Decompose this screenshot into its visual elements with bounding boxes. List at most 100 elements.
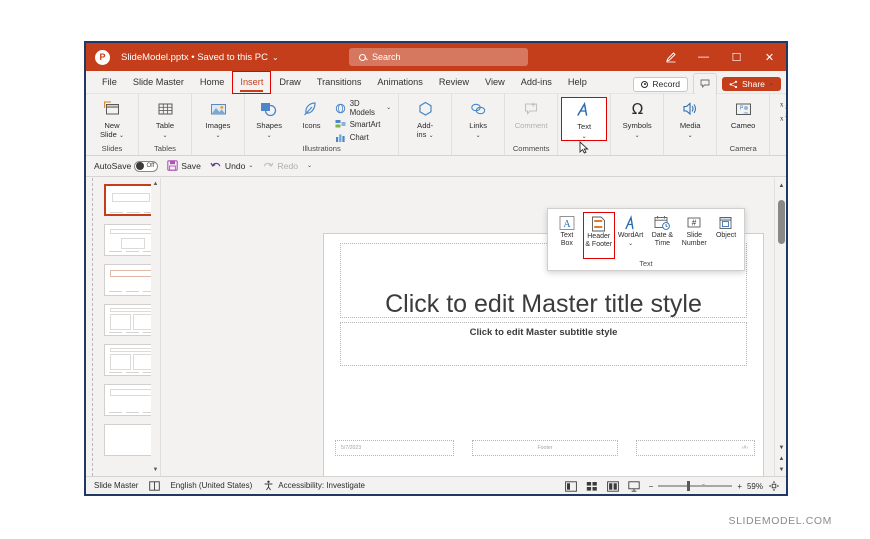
vertical-scrollbar[interactable]: ▲ ▼ ▲ ▼ bbox=[774, 178, 786, 476]
chart-button[interactable]: Chart bbox=[335, 132, 391, 143]
media-label: Media⌄ bbox=[680, 121, 701, 139]
slide-thumbnail-1[interactable] bbox=[104, 184, 158, 216]
date-time-button[interactable]: Date &Time bbox=[647, 212, 679, 259]
text-button[interactable]: Text⌄ bbox=[561, 97, 607, 141]
header-footer-icon bbox=[591, 215, 606, 232]
zoom-in-button[interactable]: + bbox=[737, 482, 742, 491]
slide-number-button[interactable]: # SlideNumber bbox=[678, 212, 710, 259]
scroll-up-icon[interactable]: ▲ bbox=[778, 181, 785, 190]
object-button[interactable]: Object bbox=[710, 212, 742, 259]
new-slide-icon bbox=[103, 99, 122, 120]
chevron-down-icon[interactable]: ⌄ bbox=[248, 163, 253, 169]
tab-home[interactable]: Home bbox=[192, 71, 233, 94]
3d-models-button[interactable]: 3D Models ⌄ bbox=[335, 99, 391, 117]
header-footer-button[interactable]: Header& Footer bbox=[583, 212, 615, 259]
language-label[interactable]: English (United States) bbox=[170, 481, 252, 490]
tab-review[interactable]: Review bbox=[431, 71, 477, 94]
chevron-down-icon[interactable]: ⌄ bbox=[386, 105, 391, 111]
slide-number-placeholder[interactable]: ‹#› bbox=[636, 440, 755, 456]
images-button[interactable]: Images⌄ bbox=[195, 97, 241, 139]
thumbnail-scrollbar[interactable]: ▲ ▼ bbox=[151, 178, 160, 476]
tab-slide-master[interactable]: Slide Master bbox=[125, 71, 192, 94]
links-button[interactable]: Links⌄ bbox=[455, 97, 501, 139]
media-button[interactable]: Media⌄ bbox=[667, 97, 713, 139]
tab-view[interactable]: View bbox=[477, 71, 513, 94]
previous-slide-icon[interactable]: ▲ bbox=[778, 454, 785, 463]
notes-icon[interactable] bbox=[148, 480, 160, 491]
symbols-button[interactable]: Ω Symbols⌄ bbox=[614, 97, 660, 139]
textbox-icon: A bbox=[559, 214, 575, 231]
ribbon-group-slides: NewSlide ⌄ Slides bbox=[86, 94, 139, 155]
icons-button[interactable]: Icons bbox=[290, 97, 332, 130]
group-label-media bbox=[664, 153, 716, 155]
pen-icon[interactable] bbox=[654, 43, 687, 71]
slide-master-canvas[interactable]: Click to edit Master title style Click t… bbox=[323, 233, 764, 496]
tab-draw[interactable]: Draw bbox=[271, 71, 308, 94]
zoom-level-label[interactable]: 59% bbox=[747, 482, 763, 491]
close-button[interactable]: ✕ bbox=[753, 43, 786, 71]
undo-button[interactable]: Undo ⌄ bbox=[210, 160, 254, 173]
scroll-down-icon[interactable]: ▼ bbox=[778, 443, 785, 452]
master-subtitle-placeholder[interactable]: Click to edit Master subtitle style bbox=[340, 322, 747, 366]
next-slide-icon[interactable]: ▼ bbox=[778, 465, 785, 474]
ribbon-group-text: Text⌄ bbox=[558, 94, 611, 155]
comments-button[interactable] bbox=[693, 73, 717, 95]
ribbon-group-scripts: x2 Subscript x2 Superscript Scripts ⌄ bbox=[770, 94, 788, 155]
wordart-button[interactable]: WordArt⌄ bbox=[615, 212, 647, 259]
table-button[interactable]: Table⌄ bbox=[142, 97, 188, 139]
shapes-button[interactable]: Shapes⌄ bbox=[248, 97, 290, 139]
zoom-slider-handle[interactable] bbox=[687, 481, 690, 491]
smartart-button[interactable]: SmartArt bbox=[335, 119, 391, 130]
search-input[interactable]: Search bbox=[349, 48, 528, 66]
object-label: Object bbox=[716, 232, 736, 240]
zoom-slider[interactable] bbox=[658, 485, 732, 487]
superscript-icon: x2 bbox=[780, 112, 788, 123]
tab-help[interactable]: Help bbox=[560, 71, 595, 94]
group-label-tables: Tables bbox=[139, 144, 191, 155]
svg-text:2: 2 bbox=[785, 105, 788, 110]
slide-thumbnail-6[interactable] bbox=[104, 384, 158, 416]
accessibility-status[interactable]: Accessibility: Investigate bbox=[262, 480, 365, 491]
scroll-down-icon[interactable]: ▼ bbox=[152, 466, 159, 474]
record-button[interactable]: Record bbox=[633, 77, 688, 92]
cameo-button[interactable]: P Cameo bbox=[720, 97, 766, 130]
fit-to-window-icon[interactable] bbox=[768, 481, 780, 492]
tab-file[interactable]: File bbox=[94, 71, 125, 94]
slide-thumbnail-5[interactable] bbox=[104, 344, 158, 376]
scroll-up-icon[interactable]: ▲ bbox=[152, 180, 159, 188]
footer-placeholder[interactable]: Footer bbox=[472, 440, 618, 456]
text-box-button[interactable]: A TextBox bbox=[551, 212, 583, 259]
slide-sorter-view-button[interactable] bbox=[586, 481, 598, 492]
slideshow-view-button[interactable] bbox=[628, 481, 640, 492]
add-ins-button[interactable]: Add-ins ⌄ bbox=[402, 97, 448, 139]
new-slide-button[interactable]: NewSlide ⌄ bbox=[89, 97, 135, 139]
zoom-control[interactable]: − + 59% bbox=[649, 481, 780, 492]
tab-insert[interactable]: Insert bbox=[232, 71, 271, 94]
date-placeholder[interactable]: 5/7/2023 bbox=[335, 440, 454, 456]
chevron-down-icon[interactable]: ⌄ bbox=[272, 53, 279, 62]
slide-thumbnail-4[interactable] bbox=[104, 304, 158, 336]
slide-thumbnail-2[interactable] bbox=[104, 224, 158, 256]
tab-transitions[interactable]: Transitions bbox=[309, 71, 370, 94]
scrollbar-thumb[interactable] bbox=[778, 200, 785, 244]
share-button[interactable]: Share ⌄ bbox=[722, 77, 781, 91]
slide-thumbnail-3[interactable] bbox=[104, 264, 158, 296]
reading-view-button[interactable] bbox=[607, 481, 619, 492]
table-label: Table⌄ bbox=[156, 121, 174, 139]
toggle-switch[interactable]: Off bbox=[134, 161, 158, 172]
autosave-toggle[interactable]: AutoSave Off bbox=[94, 161, 158, 172]
slide-thumbnail-7[interactable] bbox=[104, 424, 158, 456]
tab-add-ins[interactable]: Add-ins bbox=[513, 71, 560, 94]
maximize-button[interactable]: ☐ bbox=[720, 43, 753, 71]
subscript-button[interactable]: x2 Subscript bbox=[780, 99, 788, 110]
toggle-knob bbox=[136, 162, 144, 170]
minimize-button[interactable]: — bbox=[687, 43, 720, 71]
normal-view-button[interactable] bbox=[565, 481, 577, 492]
save-button[interactable]: Save bbox=[167, 160, 201, 173]
superscript-button[interactable]: x2 Superscript bbox=[780, 112, 788, 123]
tab-animations[interactable]: Animations bbox=[369, 71, 430, 94]
zoom-out-button[interactable]: − bbox=[649, 482, 654, 491]
qat-more-button[interactable]: ⌄ bbox=[307, 163, 312, 169]
slide-thumbnail-pane[interactable]: ▲ ▼ bbox=[86, 178, 161, 476]
zoom-slider-midpoint bbox=[702, 484, 705, 487]
